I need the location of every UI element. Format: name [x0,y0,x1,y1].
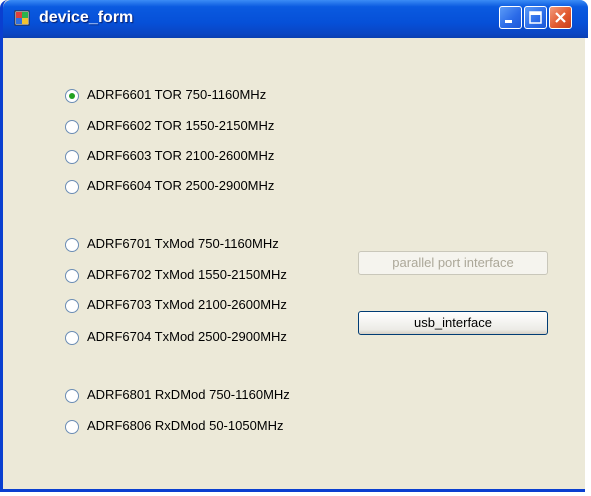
radio-button-icon[interactable] [65,120,79,134]
radio-button-icon[interactable] [65,238,79,252]
radio-button-icon[interactable] [65,180,79,194]
minimize-button[interactable] [499,6,522,29]
radio-label[interactable]: ADRF6603 TOR 2100-2600MHz [87,148,274,163]
title-bar[interactable]: device_form [3,0,588,38]
usb-interface-button[interactable]: usb_interface [358,311,548,335]
radio-button-icon[interactable] [65,299,79,313]
radio-label[interactable]: ADRF6703 TxMod 2100-2600MHz [87,297,287,312]
radio-label[interactable]: ADRF6702 TxMod 1550-2150MHz [87,267,287,282]
radio-button-icon[interactable] [65,389,79,403]
maximize-icon [529,11,542,24]
radio-label[interactable]: ADRF6701 TxMod 750-1160MHz [87,236,279,251]
radio-label[interactable]: ADRF6801 RxDMod 750-1160MHz [87,387,290,402]
minimize-icon [505,20,512,23]
radio-button-icon[interactable] [65,420,79,434]
radio-label[interactable]: ADRF6601 TOR 750-1160MHz [87,87,266,102]
app-icon[interactable] [14,10,30,26]
radio-selected-dot [69,93,75,99]
maximize-button[interactable] [524,6,547,29]
radio-button-icon[interactable] [65,150,79,164]
parallel-port-interface-button[interactable]: parallel port interface [358,251,548,275]
radio-label[interactable]: ADRF6602 TOR 1550-2150MHz [87,118,274,133]
radio-label[interactable]: ADRF6604 TOR 2500-2900MHz [87,178,274,193]
radio-button-icon[interactable] [65,89,79,103]
close-icon [555,12,566,23]
radio-button-icon[interactable] [65,269,79,283]
radio-label[interactable]: ADRF6806 RxDMod 50-1050MHz [87,418,284,433]
window-title: device_form [39,9,134,26]
radio-button-icon[interactable] [65,331,79,345]
radio-label[interactable]: ADRF6704 TxMod 2500-2900MHz [87,329,287,344]
close-button[interactable] [549,6,572,29]
